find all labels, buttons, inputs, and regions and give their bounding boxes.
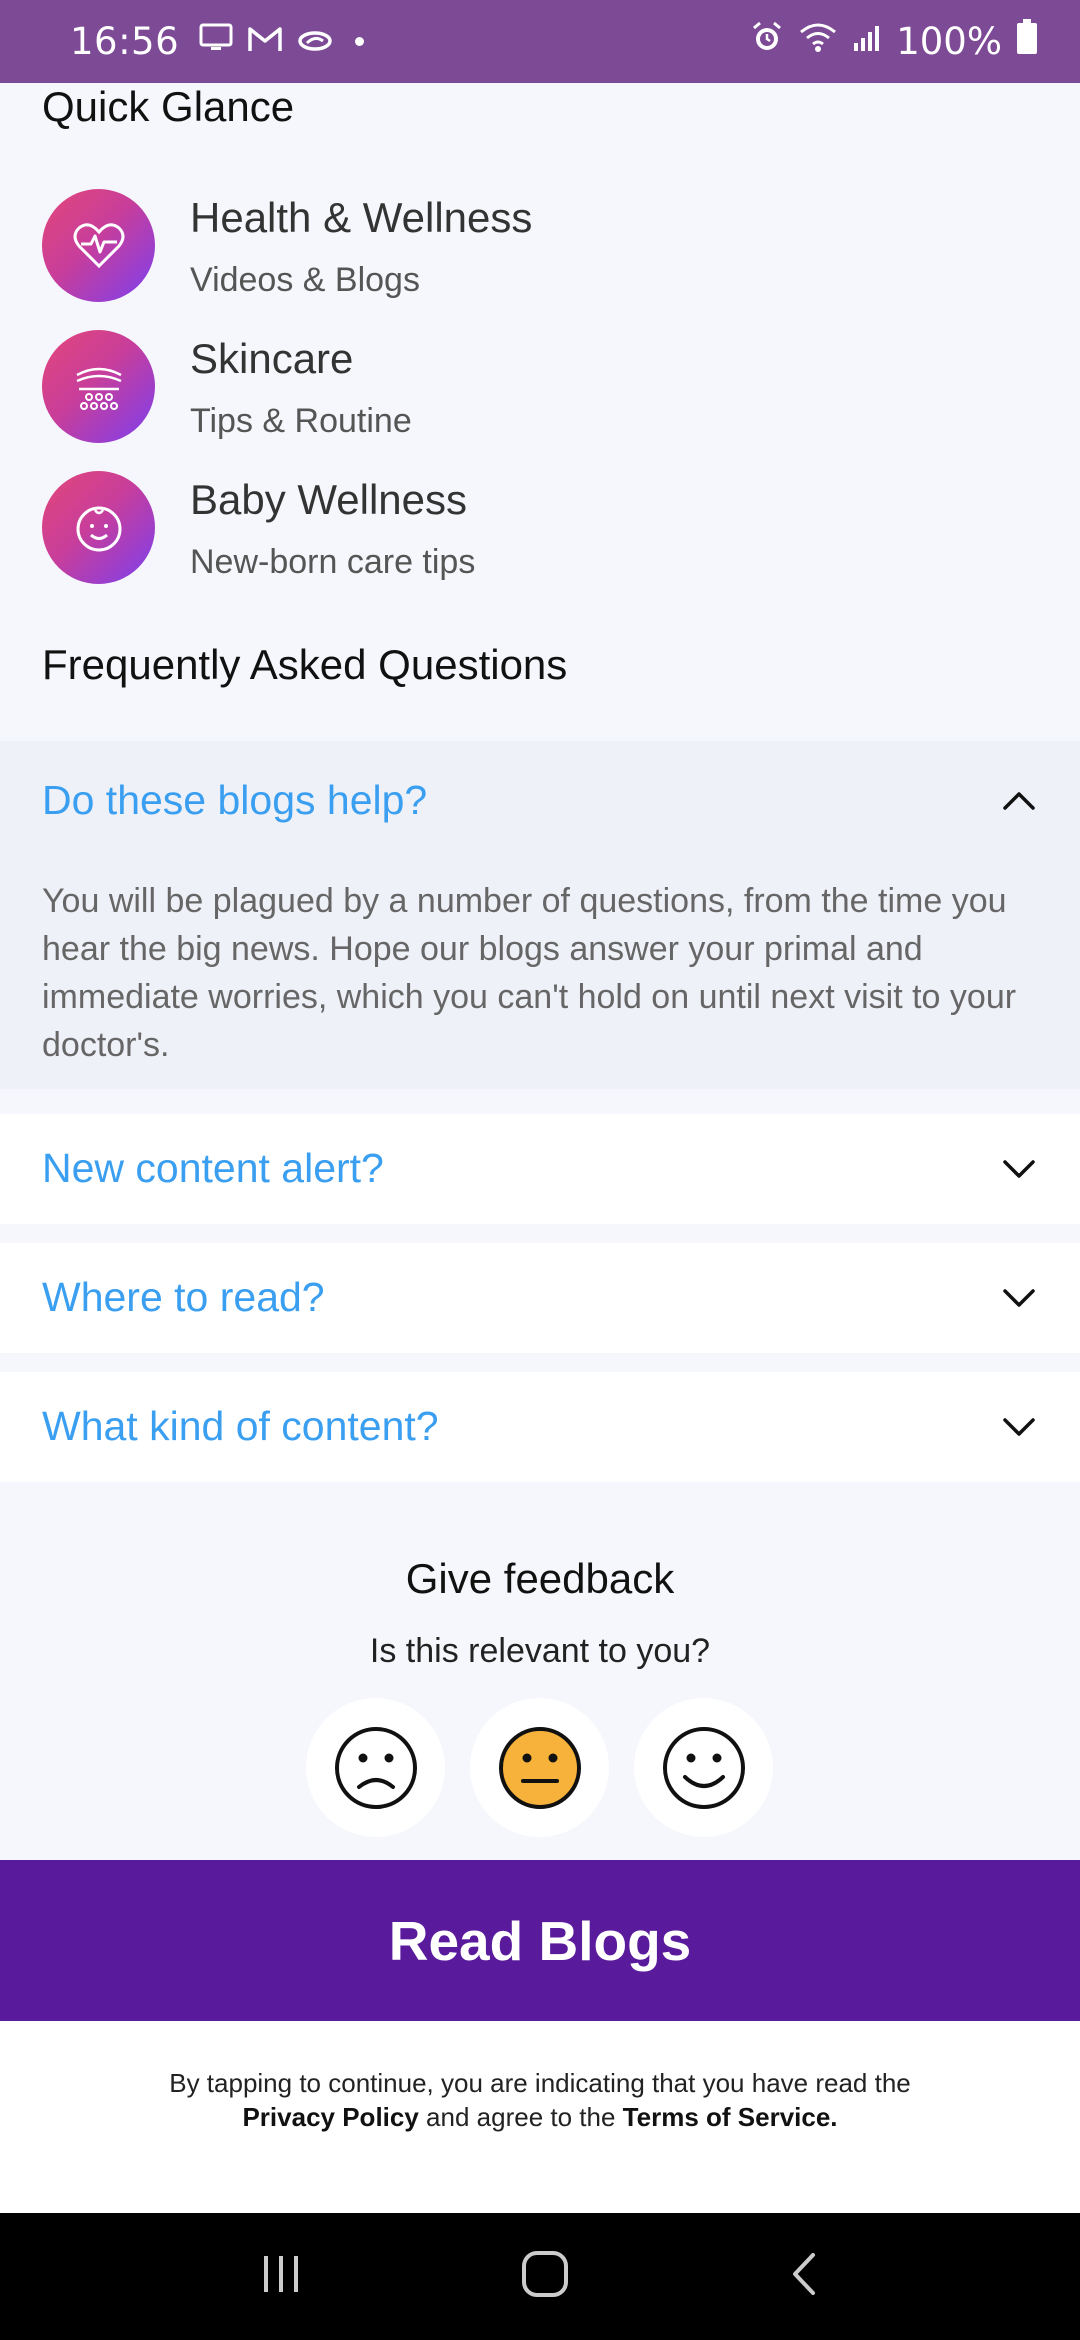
read-blogs-button[interactable]: Read Blogs: [0, 1860, 1080, 2021]
home-icon[interactable]: [520, 2249, 570, 2304]
legal-prefix: By tapping to continue, you are indicati…: [169, 2068, 911, 2098]
faq-question[interactable]: Where to read?: [42, 1274, 325, 1321]
glance-item-skincare[interactable]: Skincare Tips & Routine: [42, 330, 412, 443]
terms-of-service-link[interactable]: Terms of Service.: [623, 2102, 838, 2132]
feedback-subtitle: Is this relevant to you?: [369, 1632, 711, 1670]
sad-face-button[interactable]: [306, 1698, 445, 1837]
happy-face-icon: [662, 1726, 745, 1809]
neutral-face-button[interactable]: [470, 1698, 609, 1837]
glance-subtitle: Videos & Blogs: [190, 261, 420, 299]
chevron-down-icon[interactable]: [1000, 1150, 1038, 1188]
wifi-icon: [798, 20, 838, 63]
glance-item-health[interactable]: Health & Wellness Videos & Blogs: [42, 189, 532, 302]
glance-subtitle: New-born care tips: [190, 543, 476, 581]
status-icons-left: [199, 20, 365, 63]
feedback-options: [306, 1698, 773, 1837]
faq-title: Frequently Asked Questions: [42, 641, 568, 688]
heart-pulse-icon: [42, 189, 155, 302]
faq-question[interactable]: What kind of content?: [42, 1403, 439, 1450]
back-icon[interactable]: [787, 2251, 821, 2302]
quick-glance-title: Quick Glance: [42, 83, 295, 130]
chevron-down-icon[interactable]: [1000, 1279, 1038, 1317]
chevron-down-icon[interactable]: [1000, 1408, 1038, 1446]
glance-title: Skincare: [190, 335, 354, 382]
privacy-policy-link[interactable]: Privacy Policy: [242, 2102, 418, 2132]
neutral-face-icon: [498, 1726, 581, 1809]
happy-face-button[interactable]: [634, 1698, 773, 1837]
glance-subtitle: Tips & Routine: [190, 402, 412, 440]
status-icons-right: 100%: [750, 18, 1038, 65]
skincare-icon: [42, 330, 155, 443]
glance-title: Baby Wellness: [190, 476, 468, 523]
gmail-icon: [247, 20, 283, 63]
faq-question[interactable]: Do these blogs help?: [42, 777, 427, 824]
link-icon: [297, 20, 333, 63]
legal-middle: and agree to the: [426, 2102, 616, 2132]
baby-face-icon: [42, 471, 155, 584]
faq-answer: You will be plagued by a number of quest…: [42, 882, 1017, 1064]
recent-apps-icon[interactable]: [259, 2252, 303, 2301]
signal-icon: [852, 20, 882, 63]
glance-item-baby[interactable]: Baby Wellness New-born care tips: [42, 471, 475, 584]
sad-face-icon: [334, 1726, 417, 1809]
notification-dot: [355, 37, 365, 46]
chevron-up-icon[interactable]: [1000, 782, 1038, 820]
status-time: 16:56: [70, 20, 180, 63]
glance-title: Health & Wellness: [190, 194, 533, 241]
battery-percent: 100%: [896, 20, 1002, 63]
feedback-title: Give feedback: [405, 1555, 675, 1602]
legal-line-2: Privacy Policy and agree to the Terms of…: [0, 2100, 1080, 2134]
alarm-icon: [750, 20, 784, 64]
system-nav-bar: [0, 2213, 1080, 2340]
monitor-icon: [199, 20, 233, 63]
faq-question[interactable]: New content alert?: [42, 1145, 384, 1192]
status-bar: 16:56 100%: [0, 0, 1080, 83]
legal-text: By tapping to continue, you are indicati…: [0, 2021, 1080, 2213]
battery-icon: [1016, 18, 1038, 65]
